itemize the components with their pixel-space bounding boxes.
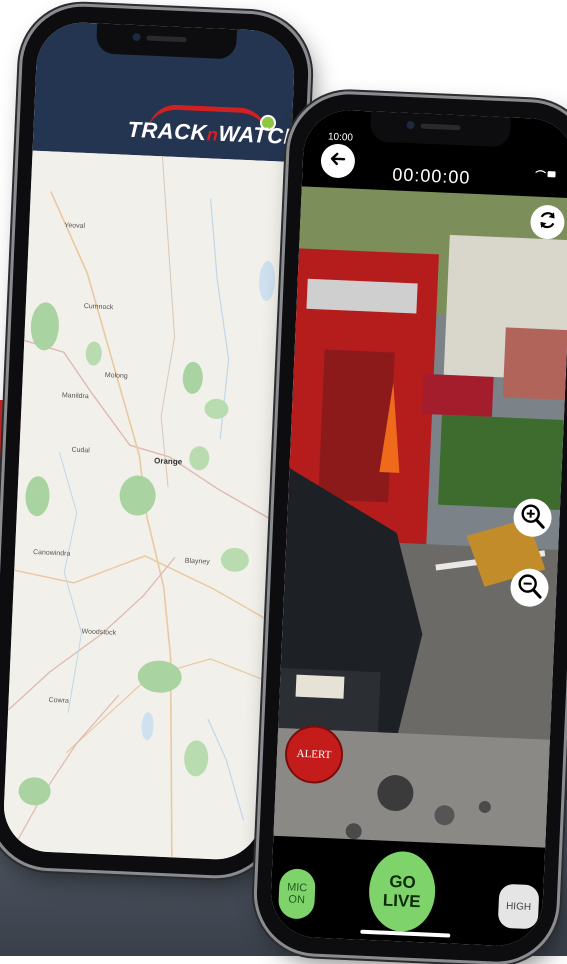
wifi-battery-icon (534, 169, 557, 183)
quality-label: HIGH (505, 900, 532, 913)
map-label: Manildra (61, 392, 89, 401)
mic-label-line2: ON (288, 893, 306, 907)
notch-camera (406, 120, 415, 130)
phone-notch (95, 23, 238, 60)
map-label: Orange (153, 456, 183, 467)
map-screen: TRACKnWATCH Yeoval Cumnock Molong Manild… (2, 20, 296, 862)
phone-notch (369, 111, 511, 148)
go-live-label-line2: LIVE (382, 890, 421, 912)
status-time: 10:00 (327, 131, 354, 144)
phone-stream-app: 10:00 00:00:00 ALERT MIC ON GO LIVE HIGH (254, 91, 567, 964)
quality-button[interactable]: HIGH (497, 883, 540, 930)
arrow-left-icon (327, 148, 348, 174)
map-graphic (7, 156, 276, 858)
map-view[interactable]: Yeoval Cumnock Molong Manildra Cudal Ora… (2, 150, 291, 862)
map-label: Woodstock (81, 628, 117, 637)
notch-speaker (420, 123, 461, 131)
map-label: Cowra (48, 696, 69, 705)
go-live-button[interactable]: GO LIVE (367, 850, 437, 933)
notch-camera (132, 32, 141, 42)
alert-button-label: ALERT (296, 747, 332, 762)
recording-timer: 00:00:00 (391, 164, 471, 188)
stream-screen: 10:00 00:00:00 ALERT MIC ON GO LIVE HIGH (269, 108, 567, 948)
home-indicator[interactable] (360, 929, 451, 938)
zoom-out-icon (516, 572, 543, 604)
tracknwatch-logo: TRACKnWATCH (127, 103, 296, 154)
map-label: Molong (104, 372, 128, 381)
map-label: Cumnock (83, 303, 114, 312)
mic-label-line1: MIC (286, 881, 308, 895)
map-label: Cudal (71, 446, 90, 455)
zoom-in-icon (519, 502, 546, 534)
map-label: Yeoval (64, 222, 86, 231)
stream-bottom-bar: MIC ON GO LIVE HIGH (269, 835, 546, 948)
refresh-icon (536, 208, 559, 236)
notch-speaker (146, 35, 187, 43)
map-label: Blayney (184, 557, 210, 566)
go-live-label-line1: GO (388, 871, 417, 893)
mic-toggle-button[interactable]: MIC ON (277, 868, 316, 920)
